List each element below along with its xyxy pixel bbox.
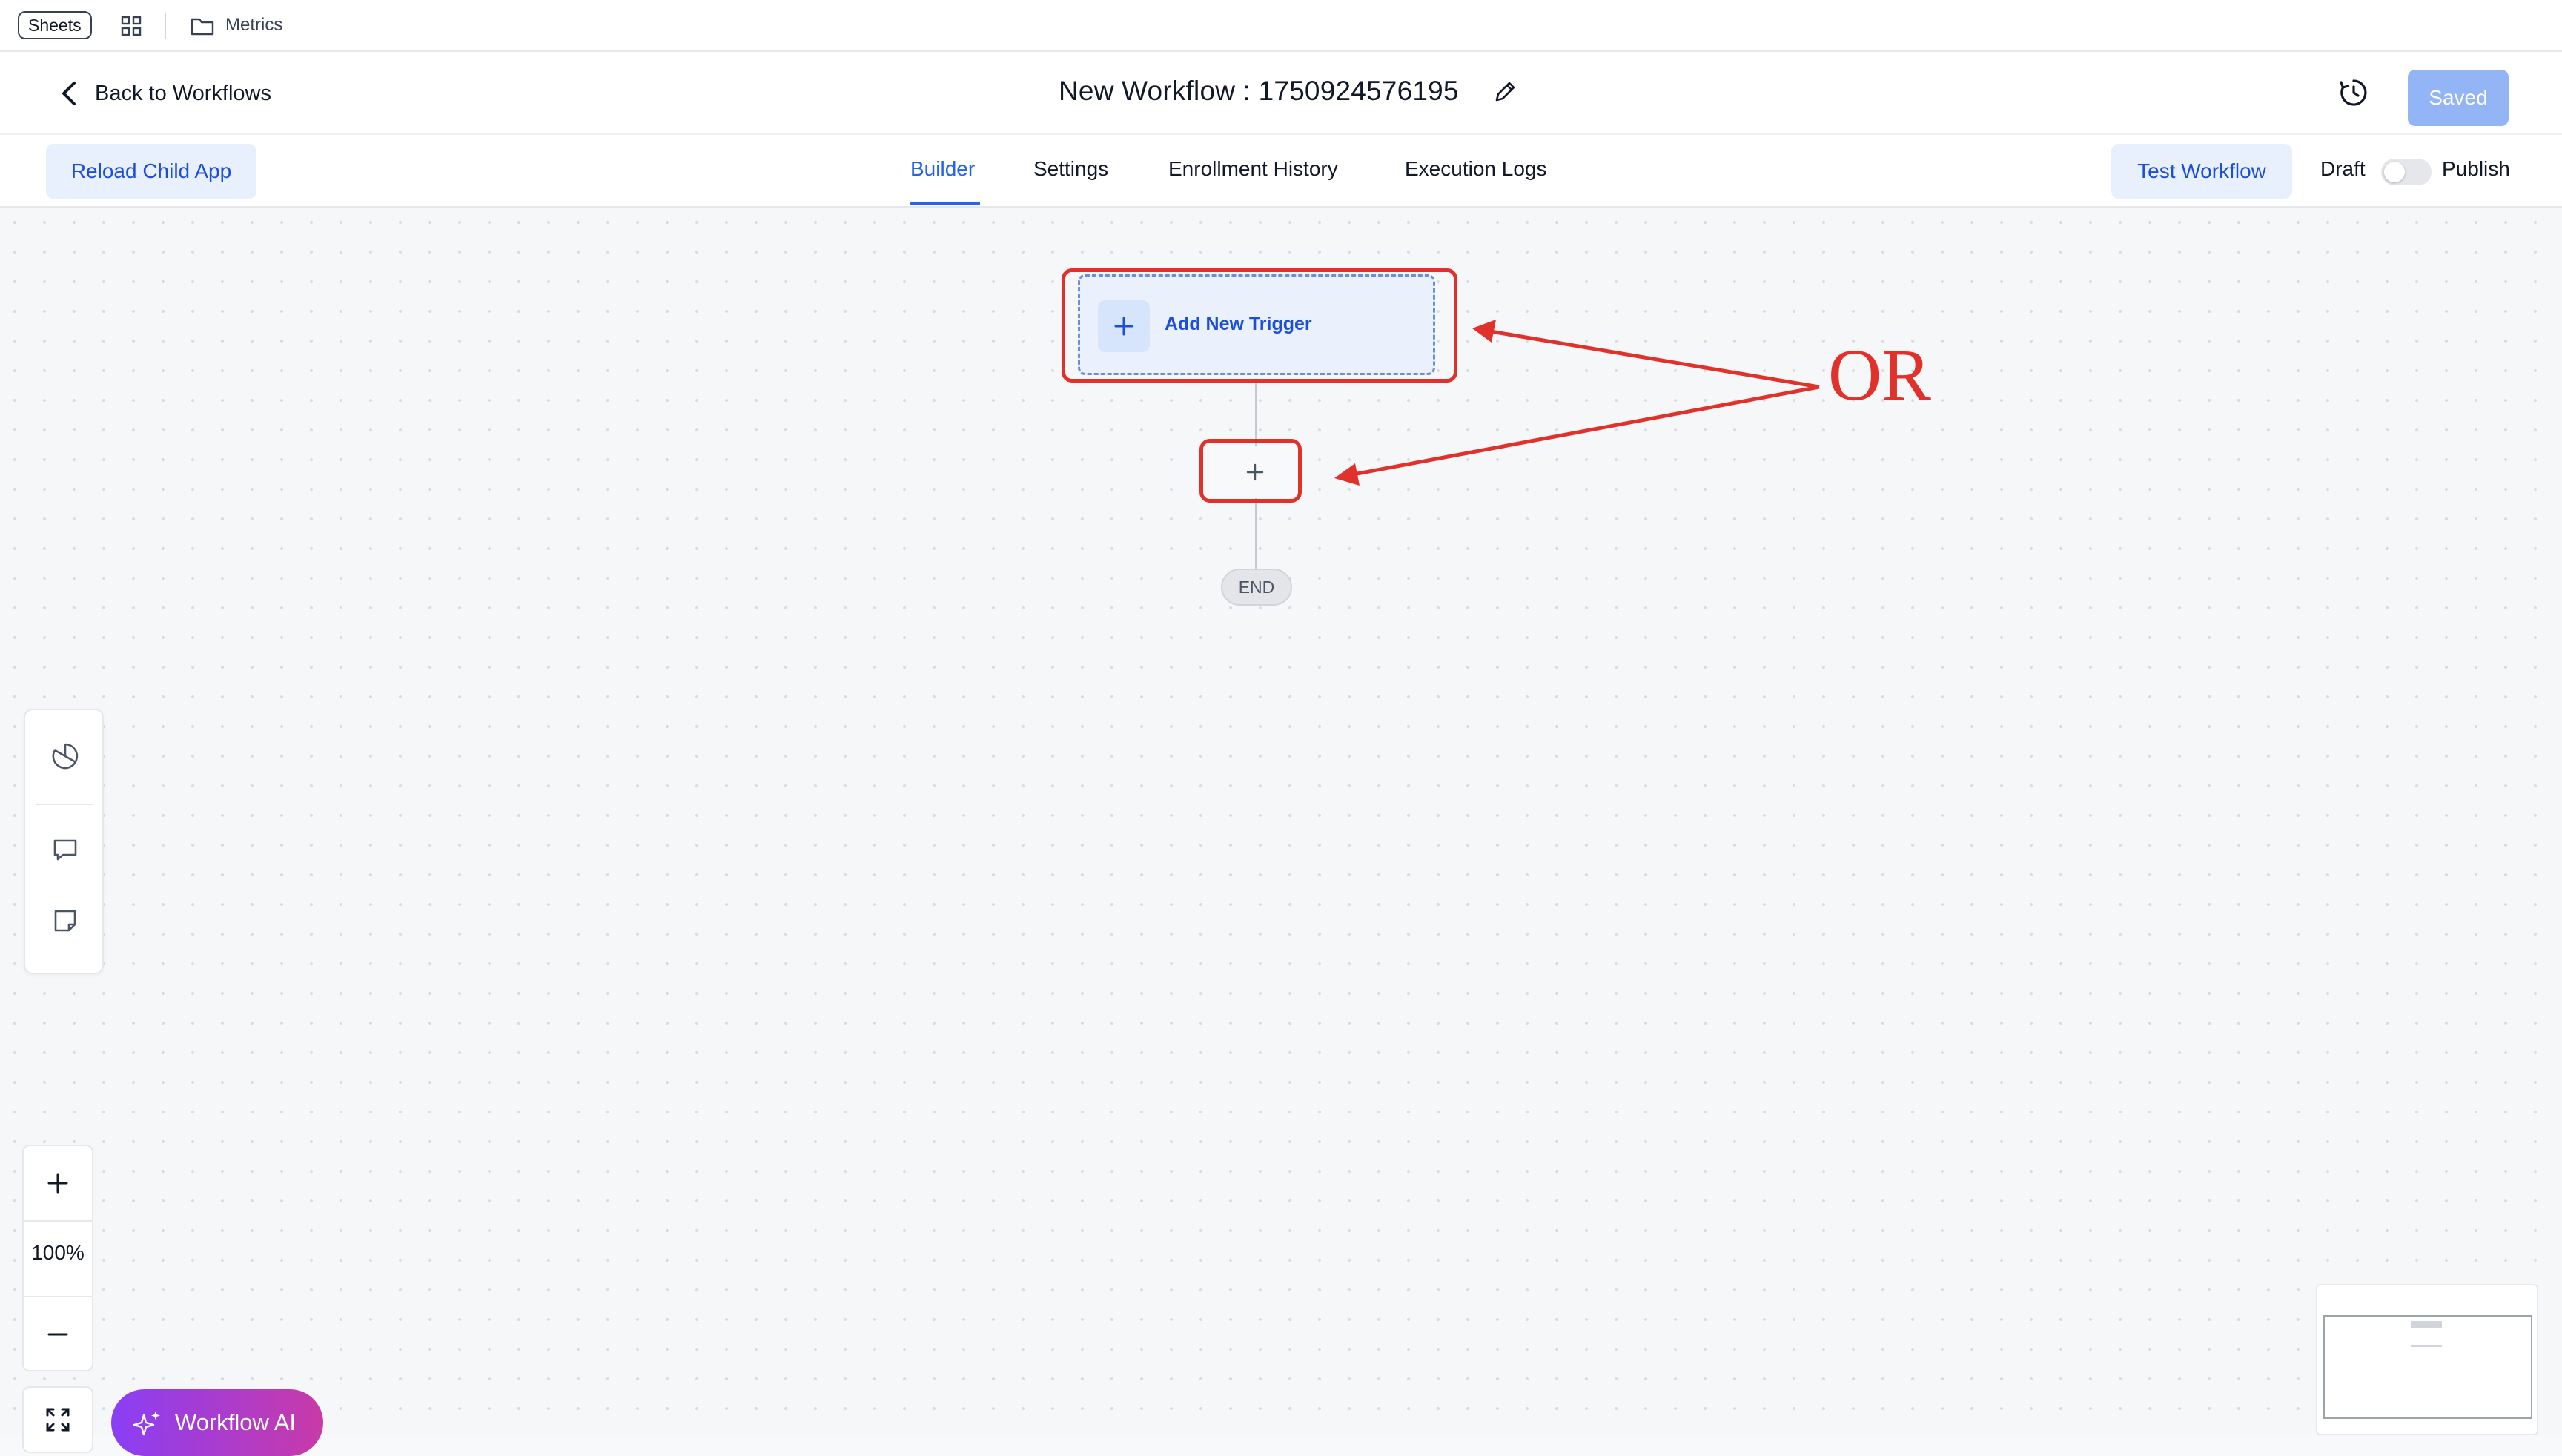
reload-child-app-button[interactable]: Reload Child App — [46, 144, 256, 199]
workflow-ai-button[interactable]: Workflow AI — [111, 1389, 323, 1456]
fit-view-button[interactable] — [22, 1386, 93, 1453]
back-label: Back to Workflows — [95, 81, 271, 105]
annotation-arrows — [1334, 320, 1820, 486]
annotation-box-add-step — [1199, 439, 1302, 503]
zoom-separator — [24, 1220, 92, 1222]
end-node: END — [1221, 569, 1292, 606]
publish-label: Publish — [2442, 157, 2510, 180]
minimap-step-node — [2411, 1345, 2442, 1347]
canvas-tool-panel — [24, 709, 104, 974]
draft-label: Draft — [2320, 157, 2366, 180]
publish-toggle[interactable] — [2381, 159, 2432, 185]
test-workflow-button[interactable]: Test Workflow — [2111, 144, 2292, 199]
annotation-or-label: OR — [1828, 334, 1931, 416]
workflow-header: Back to Workflows New Workflow : 1750924… — [0, 52, 2562, 135]
zoom-in-button[interactable] — [24, 1146, 92, 1220]
plus-icon — [47, 1173, 68, 1194]
minimap-trigger-node — [2411, 1321, 2442, 1328]
active-tab-indicator — [910, 202, 980, 205]
saved-button[interactable]: Saved — [2408, 70, 2509, 126]
canvas-minimap[interactable] — [2316, 1284, 2538, 1435]
zoom-level: 100% — [31, 1241, 85, 1264]
sparkles-icon — [133, 1411, 160, 1436]
tab-enrollment-history[interactable]: Enrollment History — [1168, 157, 1338, 181]
top-strip: Sheets Metrics — [0, 0, 2562, 52]
tool-separator — [36, 804, 93, 805]
chevron-left-icon — [62, 82, 76, 105]
minimap-viewport — [2323, 1315, 2532, 1419]
workflow-canvas[interactable]: Add New Trigger END OR 100% Workflow AI — [0, 208, 2562, 1456]
minus-icon — [47, 1333, 68, 1336]
breadcrumb-folder[interactable]: Metrics — [225, 15, 282, 36]
toolbar: Reload Child App Builder Settings Enroll… — [0, 135, 2562, 208]
connector-line-top — [1255, 380, 1257, 446]
expand-icon — [46, 1408, 70, 1432]
clock-history-icon[interactable] — [2338, 77, 2369, 108]
zoom-out-button[interactable] — [24, 1297, 92, 1371]
tab-builder[interactable]: Builder — [910, 157, 975, 181]
pie-chart-icon[interactable] — [50, 741, 80, 771]
back-to-workflows-link[interactable]: Back to Workflows — [59, 80, 271, 107]
strip-divider — [165, 13, 166, 39]
sticky-note-icon[interactable] — [50, 906, 80, 936]
toggle-knob — [2384, 162, 2405, 182]
tab-settings[interactable]: Settings — [1033, 157, 1108, 181]
zoom-controls: 100% — [22, 1145, 93, 1371]
sheets-button[interactable]: Sheets — [18, 11, 92, 39]
workflow-title: New Workflow : 1750924576195 — [1059, 76, 1459, 106]
tab-execution-logs[interactable]: Execution Logs — [1405, 157, 1546, 181]
annotation-box-trigger — [1062, 268, 1457, 383]
comment-icon[interactable] — [50, 835, 80, 864]
workflow-ai-label: Workflow AI — [175, 1409, 297, 1435]
folder-icon — [191, 18, 214, 36]
apps-grid-icon[interactable] — [120, 15, 142, 37]
pencil-icon[interactable] — [1492, 79, 1518, 105]
connector-line-bottom — [1255, 498, 1257, 569]
